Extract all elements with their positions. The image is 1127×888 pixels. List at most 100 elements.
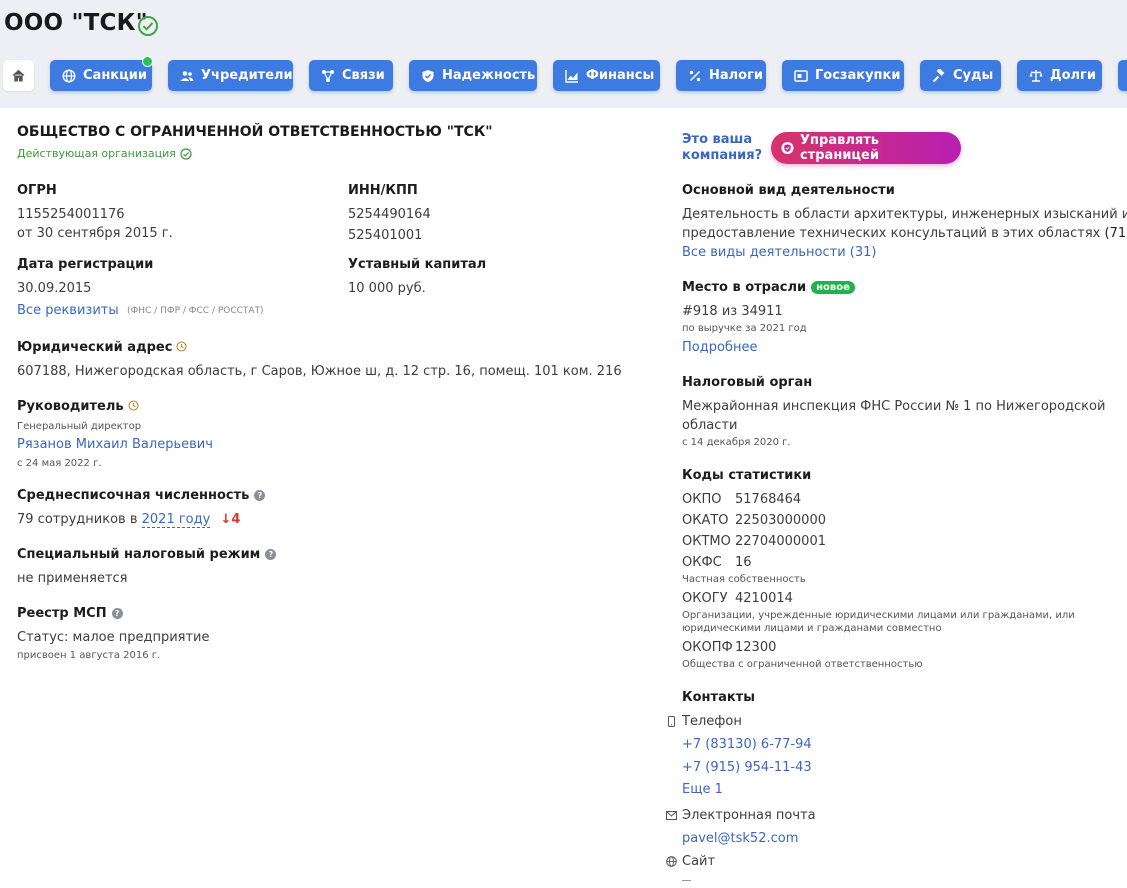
full-company-name: ОБЩЕСТВО С ОГРАНИЧЕННОЙ ОТВЕТСТВЕННОСТЬЮ… (17, 124, 493, 140)
gavel-icon (932, 68, 945, 82)
tab-sanctions[interactable]: Санкции (50, 56, 153, 91)
company-card: ОБЩЕСТВО С ОГРАНИЧЕННОЙ ОТВЕТСТВЕННОСТЬЮ… (0, 108, 1127, 888)
okfs-row: ОКФС 16 (682, 555, 752, 570)
tax-office-since: с 14 декабря 2020 г. (682, 437, 791, 448)
globe-icon (62, 68, 76, 83)
tab-label: Финансы (586, 68, 655, 83)
tab-label: Надежность (442, 68, 536, 83)
help-icon[interactable]: ? (111, 608, 123, 619)
rank-note: по выручке за 2021 год (682, 323, 807, 334)
phone-1-link[interactable]: +7 (83130) 6-77-94 (682, 737, 812, 752)
okpo-row: ОКПО 51768464 (682, 492, 802, 507)
capital-label: Уставный капитал (348, 257, 487, 272)
tab-founders[interactable]: Учредители (168, 60, 293, 91)
new-badge: новое (811, 281, 855, 294)
tax-office-line1: Межрайонная инспекция ФНС России № 1 по … (682, 399, 1106, 414)
claim-company-link[interactable]: Это ваша компания? (682, 132, 762, 164)
shield-icon (422, 69, 434, 82)
tab-procurement[interactable]: Госзакупки (782, 60, 904, 91)
staff-change: ↓4 (220, 512, 241, 527)
okato-row: ОКАТО 22503000000 (682, 513, 826, 528)
company-title: ООО "ТСК" (4, 10, 148, 36)
contract-icon (794, 69, 808, 82)
contacts-label: Контакты (682, 690, 755, 705)
head-since: с 24 мая 2022 г. (17, 458, 102, 469)
notification-dot (142, 56, 153, 67)
tab-more[interactable] (1118, 60, 1127, 91)
msp-label: Реестр МСП? (17, 606, 123, 621)
head-position: Генеральный директор (17, 421, 142, 432)
email-label: Электронная почта (682, 808, 816, 823)
tax-office-line2: области (682, 418, 738, 433)
phone-label: Телефон (682, 714, 742, 729)
more-phones-link[interactable]: Еще 1 (682, 782, 723, 797)
okogu-row: ОКОГУ 4210014 (682, 591, 793, 606)
home-tab[interactable] (3, 60, 34, 91)
okopf-note: Общества с ограниченной ответственностью (682, 659, 923, 670)
percent-icon (689, 70, 701, 81)
site-label: Сайт (682, 854, 716, 869)
okfs-note: Частная собственность (682, 574, 806, 585)
mail-icon (666, 811, 677, 820)
tab-debts[interactable]: Долги (1017, 60, 1102, 91)
phone-icon (668, 716, 675, 727)
help-icon[interactable]: ? (265, 549, 277, 560)
staff-label: Среднесписочная численность? (17, 488, 266, 503)
registration-label: Дата регистрации (17, 257, 154, 272)
tab-label: Учредители (201, 68, 293, 83)
tax-regime-label: Специальный налоговый режим? (17, 547, 277, 562)
rank-label: Место в отрасли новое (682, 280, 855, 295)
msp-status: Статус: малое предприятие (17, 630, 210, 645)
tab-reliability[interactable]: Надежность (409, 60, 537, 91)
ogrn-date: от 30 сентября 2015 г. (17, 226, 173, 241)
kpp-value: 525401001 (348, 228, 423, 243)
activity-label: Основной вид деятельности (682, 183, 895, 198)
clock-icon[interactable] (128, 400, 139, 411)
ogrn-label: ОГРН (17, 183, 57, 198)
chart-icon (565, 69, 578, 83)
rank-value: #918 из 34911 (682, 304, 783, 319)
okogu-note-2: юридическими лицами и гражданами совмест… (682, 623, 942, 634)
site-empty-dash (682, 880, 691, 881)
phone-2-link[interactable]: +7 (915) 954-11-43 (682, 760, 812, 775)
all-requisites-link[interactable]: Все реквизиты (17, 303, 119, 318)
scales-icon (1029, 69, 1043, 82)
tab-connections[interactable]: Связи (309, 60, 393, 91)
tab-label: Налоги (709, 68, 764, 83)
tab-label: Санкции (83, 68, 147, 83)
manage-page-button[interactable]: Управлять страницей (771, 132, 961, 164)
tab-taxes[interactable]: Налоги (676, 60, 766, 91)
globe-icon (666, 856, 677, 867)
inn-value: 5254490164 (348, 207, 431, 222)
check-circle-icon (180, 147, 192, 160)
tab-courts[interactable]: Суды (920, 60, 1001, 91)
registration-value: 30.09.2015 (17, 281, 92, 296)
head-name-link[interactable]: Рязанов Михаил Валерьевич (17, 437, 213, 452)
home-icon (12, 69, 25, 82)
staff-value: 79 сотрудников в 2021 году ↓4 (17, 512, 241, 528)
activity-line2: предоставление технических консультаций … (682, 226, 1127, 241)
activity-code: (71.1) (1104, 226, 1127, 241)
help-icon[interactable]: ? (254, 490, 266, 501)
okogu-note-1: Организации, учрежденные юридическими ли… (682, 610, 1075, 621)
status-active: Действующая организация (17, 147, 192, 160)
staff-year-link[interactable]: 2021 году (141, 512, 211, 528)
tab-label: Госзакупки (815, 68, 901, 83)
shield-check-icon (781, 141, 794, 155)
clock-icon[interactable] (176, 341, 187, 352)
check-circle-icon (138, 16, 158, 36)
network-icon (322, 69, 334, 82)
oktmo-row: ОКТМО 22704000001 (682, 534, 826, 549)
tax-office-label: Налоговый орган (682, 375, 813, 390)
capital-value: 10 000 руб. (348, 281, 426, 296)
requisites-note: (ФНС / ПФР / ФСС / РОССТАТ) (127, 306, 264, 316)
ogrn-value: 1155254001176 (17, 207, 125, 222)
inn-kpp-label: ИНН/КПП (348, 183, 418, 198)
okopf-row: ОКОПФ 12300 (682, 640, 777, 655)
stat-codes-label: Коды статистики (682, 468, 812, 483)
all-activities-link[interactable]: Все виды деятельности (31) (682, 245, 876, 260)
email-link[interactable]: pavel@tsk52.com (682, 831, 798, 846)
head-label: Руководитель (17, 399, 139, 414)
rank-details-link[interactable]: Подробнее (682, 340, 757, 355)
tab-finance[interactable]: Финансы (553, 60, 660, 91)
